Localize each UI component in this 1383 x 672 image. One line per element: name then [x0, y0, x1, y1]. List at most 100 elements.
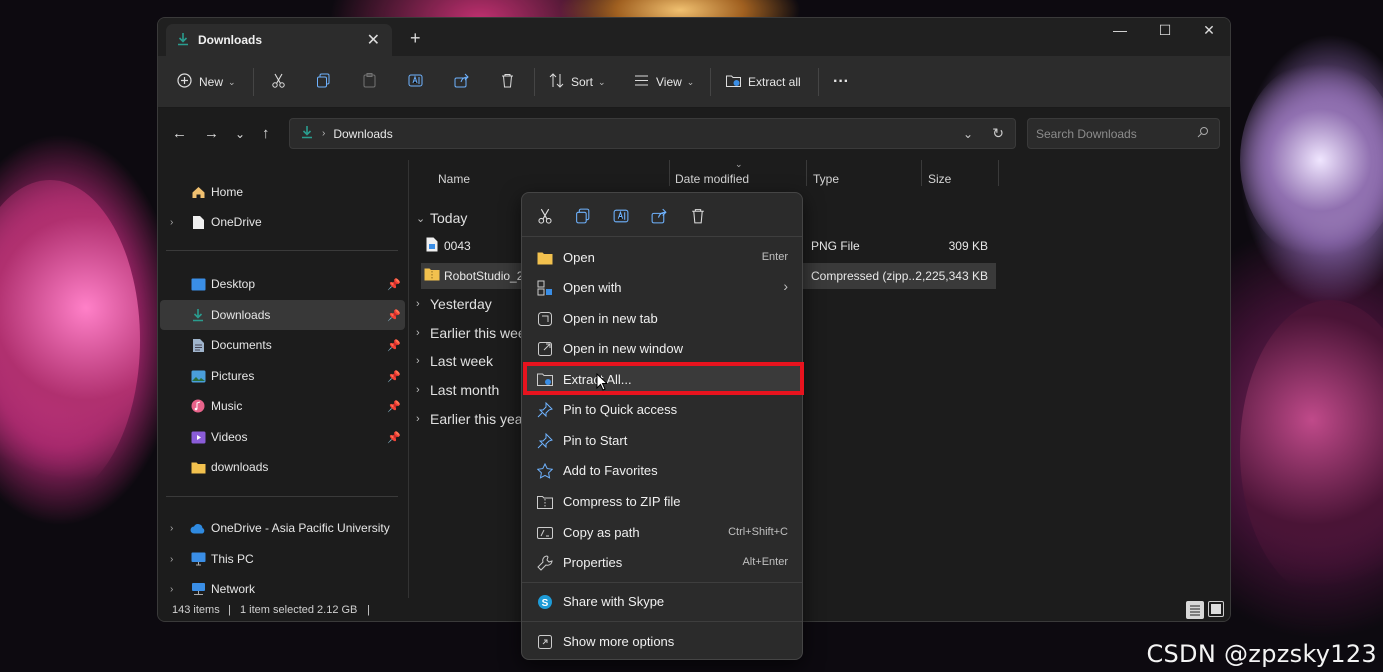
- share-button[interactable]: [453, 70, 470, 94]
- highlight-box: [523, 362, 804, 395]
- pin-icon[interactable]: 📌: [387, 370, 401, 383]
- rename-button[interactable]: [407, 70, 424, 94]
- rename-icon[interactable]: [612, 207, 630, 225]
- menu-item-open-in-new-tab[interactable]: Open in new tab: [526, 303, 800, 333]
- pin-icon[interactable]: 📌: [387, 278, 401, 291]
- details-view-icon[interactable]: [1186, 601, 1204, 619]
- menu-item-share-with-skype[interactable]: S Share with Skype: [526, 586, 800, 616]
- new-tab-button[interactable]: +: [410, 28, 421, 49]
- sidebar-divider: [166, 496, 398, 497]
- group-label: Earlier this wee: [430, 325, 526, 341]
- menu-item-shortcut: Alt+Enter: [742, 556, 788, 568]
- tab-downloads[interactable]: Downloads ✕: [166, 24, 392, 56]
- menu-item-show-more-options[interactable]: Show more options: [526, 626, 800, 656]
- toolbar-divider: [710, 68, 711, 96]
- sort-button[interactable]: Sort ⌄: [548, 70, 606, 94]
- pin-icon[interactable]: 📌: [387, 431, 401, 444]
- refresh-icon[interactable]: ↻: [992, 125, 1004, 142]
- close-window-button[interactable]: ✕: [1189, 22, 1229, 39]
- maximize-button[interactable]: ☐: [1145, 22, 1185, 39]
- path-icon: [536, 524, 553, 541]
- column-header-type[interactable]: Type: [813, 172, 839, 186]
- group-header-last-week[interactable]: › Last week: [416, 353, 493, 369]
- sidebar-item-onedrive-apu[interactable]: › OneDrive - Asia Pacific University: [160, 513, 405, 543]
- group-header-yesterday[interactable]: › Yesterday: [416, 296, 492, 312]
- navigation-pane: Home › OneDrive Desktop 📌 Downloads 📌 Do…: [158, 158, 408, 598]
- group-header-today[interactable]: ⌄ Today: [416, 210, 467, 226]
- extract-all-button[interactable]: Extract all: [725, 70, 801, 94]
- documents-icon: [190, 337, 206, 353]
- sidebar-item-downloads[interactable]: Downloads 📌: [160, 300, 405, 330]
- sidebar-item-home[interactable]: Home: [160, 177, 405, 207]
- delete-button[interactable]: [499, 70, 516, 94]
- column-header-date-modified[interactable]: Date modified: [675, 172, 749, 186]
- sidebar-item-label: Music: [211, 399, 243, 413]
- chevron-right-icon[interactable]: ›: [170, 554, 173, 565]
- group-label: Last month: [430, 382, 500, 398]
- sidebar-item-downloads-folder[interactable]: downloads: [160, 452, 405, 482]
- breadcrumb-downloads[interactable]: Downloads: [333, 127, 392, 141]
- menu-item-open-with[interactable]: Open with ›: [526, 272, 800, 302]
- up-arrow-icon[interactable]: ↑: [262, 125, 270, 142]
- menu-item-add-to-favorites[interactable]: Add to Favorites: [526, 455, 800, 485]
- address-row: ← → ⌄ ↑ › Downloads ⌄ ↻ Search Downloads: [158, 108, 1230, 158]
- menu-item-open-in-new-window[interactable]: Open in new window: [526, 333, 800, 363]
- chevron-right-icon: ›: [416, 327, 420, 339]
- menu-item-pin-to-start[interactable]: Pin to Start: [526, 425, 800, 455]
- chevron-down-icon: ⌄: [228, 76, 236, 87]
- group-header-earlier-this-year[interactable]: › Earlier this yea: [416, 411, 523, 427]
- sidebar-item-onedrive[interactable]: › OneDrive: [160, 207, 405, 237]
- status-divider: |: [367, 604, 370, 616]
- sidebar-item-videos[interactable]: Videos 📌: [160, 422, 405, 452]
- menu-item-open[interactable]: Open Enter: [526, 242, 800, 272]
- column-header-name[interactable]: Name: [438, 172, 470, 186]
- menu-item-copy-as-path[interactable]: Copy as path Ctrl+Shift+C: [526, 517, 800, 547]
- new-button[interactable]: New ⌄: [176, 70, 236, 94]
- column-divider[interactable]: [998, 160, 999, 186]
- menu-item-pin-to-quick-access[interactable]: Pin to Quick access: [526, 394, 800, 424]
- chevron-right-icon[interactable]: ›: [170, 584, 173, 595]
- tiles-view-icon[interactable]: [1208, 601, 1224, 617]
- close-tab-icon[interactable]: ✕: [367, 30, 380, 50]
- sidebar-item-label: OneDrive: [211, 215, 262, 229]
- column-divider[interactable]: [806, 160, 807, 186]
- group-header-earlier-this-week[interactable]: › Earlier this wee: [416, 325, 526, 341]
- scissors-icon[interactable]: [536, 207, 554, 225]
- sidebar-item-label: Downloads: [211, 308, 271, 322]
- address-bar[interactable]: › Downloads ⌄ ↻: [289, 118, 1016, 149]
- column-divider[interactable]: [921, 160, 922, 186]
- image-file-icon: [426, 237, 438, 255]
- chevron-right-icon[interactable]: ›: [170, 217, 173, 228]
- menu-item-properties[interactable]: Properties Alt+Enter: [526, 547, 800, 577]
- sidebar-item-desktop[interactable]: Desktop 📌: [160, 269, 405, 299]
- paste-button[interactable]: [361, 70, 378, 94]
- sidebar-item-this-pc[interactable]: › This PC: [160, 544, 405, 574]
- forward-arrow-icon[interactable]: →: [204, 125, 219, 142]
- cut-button[interactable]: [270, 70, 287, 94]
- chevron-right-icon: ›: [416, 298, 420, 310]
- sidebar-item-documents[interactable]: Documents 📌: [160, 330, 405, 360]
- minimize-button[interactable]: —: [1100, 22, 1140, 38]
- group-header-last-month[interactable]: › Last month: [416, 382, 499, 398]
- menu-item-compress-to-zip[interactable]: Compress to ZIP file: [526, 486, 800, 516]
- trash-icon[interactable]: [689, 207, 707, 225]
- pin-icon[interactable]: 📌: [387, 339, 401, 352]
- more-options-icon: [536, 633, 553, 650]
- copy-icon[interactable]: [574, 207, 592, 225]
- sidebar-item-pictures[interactable]: Pictures 📌: [160, 361, 405, 391]
- pin-icon[interactable]: 📌: [387, 309, 401, 322]
- sidebar-item-music[interactable]: Music 📌: [160, 391, 405, 421]
- back-arrow-icon[interactable]: ←: [172, 125, 187, 142]
- column-divider[interactable]: [669, 160, 670, 186]
- share-icon[interactable]: [650, 207, 668, 225]
- recent-locations-chevron-icon[interactable]: ⌄: [235, 127, 245, 141]
- search-input[interactable]: Search Downloads: [1027, 118, 1220, 149]
- address-history-chevron-icon[interactable]: ⌄: [963, 127, 973, 141]
- more-options-button[interactable]: ···: [833, 70, 849, 94]
- column-header-size[interactable]: Size: [928, 172, 951, 186]
- copy-button[interactable]: [315, 70, 332, 94]
- menu-item-shortcut: Ctrl+Shift+C: [728, 526, 788, 538]
- pin-icon[interactable]: 📌: [387, 400, 401, 413]
- chevron-right-icon[interactable]: ›: [170, 523, 173, 534]
- view-button[interactable]: View ⌄: [633, 70, 694, 94]
